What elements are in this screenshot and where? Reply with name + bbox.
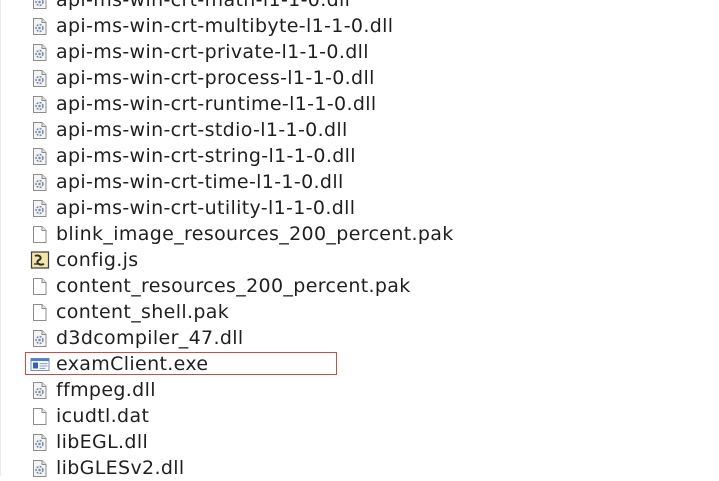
blank-file-icon xyxy=(29,406,50,427)
file-name: libGLESv2.dll xyxy=(56,457,185,479)
file-row-api-ms-win-crt-private[interactable]: api-ms-win-crt-private-l1-1-0.dll xyxy=(0,39,719,65)
file-row-libegl[interactable]: libEGL.dll xyxy=(0,429,719,455)
file-row-api-ms-win-crt-math[interactable]: api-ms-win-crt-math-l1-1-0.dll xyxy=(0,0,719,13)
file-row-config-js[interactable]: config.js xyxy=(0,247,719,273)
file-name: libEGL.dll xyxy=(56,431,149,453)
file-row-d3dcompiler[interactable]: d3dcompiler_47.dll xyxy=(0,325,719,351)
file-name: api-ms-win-crt-stdio-l1-1-0.dll xyxy=(56,119,348,141)
blank-file-icon xyxy=(29,302,50,323)
file-name: api-ms-win-crt-string-l1-1-0.dll xyxy=(56,145,356,167)
file-name: api-ms-win-crt-math-l1-1-0.dll xyxy=(56,0,351,11)
blank-file-icon xyxy=(29,224,50,245)
file-name: d3dcompiler_47.dll xyxy=(56,327,244,349)
dll-gear-icon xyxy=(29,120,50,141)
file-name: config.js xyxy=(56,249,139,271)
dll-gear-icon xyxy=(29,458,50,479)
file-name: examClient.exe xyxy=(56,353,209,375)
file-name: api-ms-win-crt-utility-l1-1-0.dll xyxy=(56,197,356,219)
file-name: content_shell.pak xyxy=(56,301,230,323)
file-row-api-ms-win-crt-utility[interactable]: api-ms-win-crt-utility-l1-1-0.dll xyxy=(0,195,719,221)
dll-gear-icon xyxy=(29,432,50,453)
dll-gear-icon xyxy=(29,16,50,37)
file-row-api-ms-win-crt-multibyte[interactable]: api-ms-win-crt-multibyte-l1-1-0.dll xyxy=(0,13,719,39)
file-name: api-ms-win-crt-process-l1-1-0.dll xyxy=(56,67,375,89)
dll-gear-icon xyxy=(29,146,50,167)
file-name: api-ms-win-crt-time-l1-1-0.dll xyxy=(56,171,344,193)
file-row-blink-image-resources[interactable]: blink_image_resources_200_percent.pak xyxy=(0,221,719,247)
js-script-icon xyxy=(29,250,50,271)
dll-gear-icon xyxy=(29,42,50,63)
dll-gear-icon xyxy=(29,198,50,219)
file-name: ffmpeg.dll xyxy=(56,379,156,401)
file-name: icudtl.dat xyxy=(56,405,150,427)
file-row-libglesv2[interactable]: libGLESv2.dll xyxy=(0,455,719,481)
file-name: api-ms-win-crt-multibyte-l1-1-0.dll xyxy=(56,15,394,37)
file-row-api-ms-win-crt-process[interactable]: api-ms-win-crt-process-l1-1-0.dll xyxy=(0,65,719,91)
file-name: api-ms-win-crt-private-l1-1-0.dll xyxy=(56,41,369,63)
dll-gear-icon xyxy=(29,380,50,401)
dll-gear-icon xyxy=(29,0,50,11)
file-row-api-ms-win-crt-time[interactable]: api-ms-win-crt-time-l1-1-0.dll xyxy=(0,169,719,195)
file-row-examclient-exe[interactable]: examClient.exe xyxy=(0,351,719,377)
dll-gear-icon xyxy=(29,94,50,115)
dll-gear-icon xyxy=(29,172,50,193)
dll-gear-icon xyxy=(29,68,50,89)
exe-window-icon xyxy=(29,354,50,375)
file-list: api-ms-win-crt-math-l1-1-0.dll api-ms-wi… xyxy=(0,0,719,481)
file-row-api-ms-win-crt-string[interactable]: api-ms-win-crt-string-l1-1-0.dll xyxy=(0,143,719,169)
file-row-ffmpeg[interactable]: ffmpeg.dll xyxy=(0,377,719,403)
blank-file-icon xyxy=(29,276,50,297)
file-row-api-ms-win-crt-runtime[interactable]: api-ms-win-crt-runtime-l1-1-0.dll xyxy=(0,91,719,117)
dll-gear-icon xyxy=(29,328,50,349)
file-row-content-shell[interactable]: content_shell.pak xyxy=(0,299,719,325)
file-name: content_resources_200_percent.pak xyxy=(56,275,411,297)
file-row-content-resources[interactable]: content_resources_200_percent.pak xyxy=(0,273,719,299)
file-name: blink_image_resources_200_percent.pak xyxy=(56,223,454,245)
file-name: api-ms-win-crt-runtime-l1-1-0.dll xyxy=(56,93,377,115)
file-row-icudtl[interactable]: icudtl.dat xyxy=(0,403,719,429)
file-row-api-ms-win-crt-stdio[interactable]: api-ms-win-crt-stdio-l1-1-0.dll xyxy=(0,117,719,143)
